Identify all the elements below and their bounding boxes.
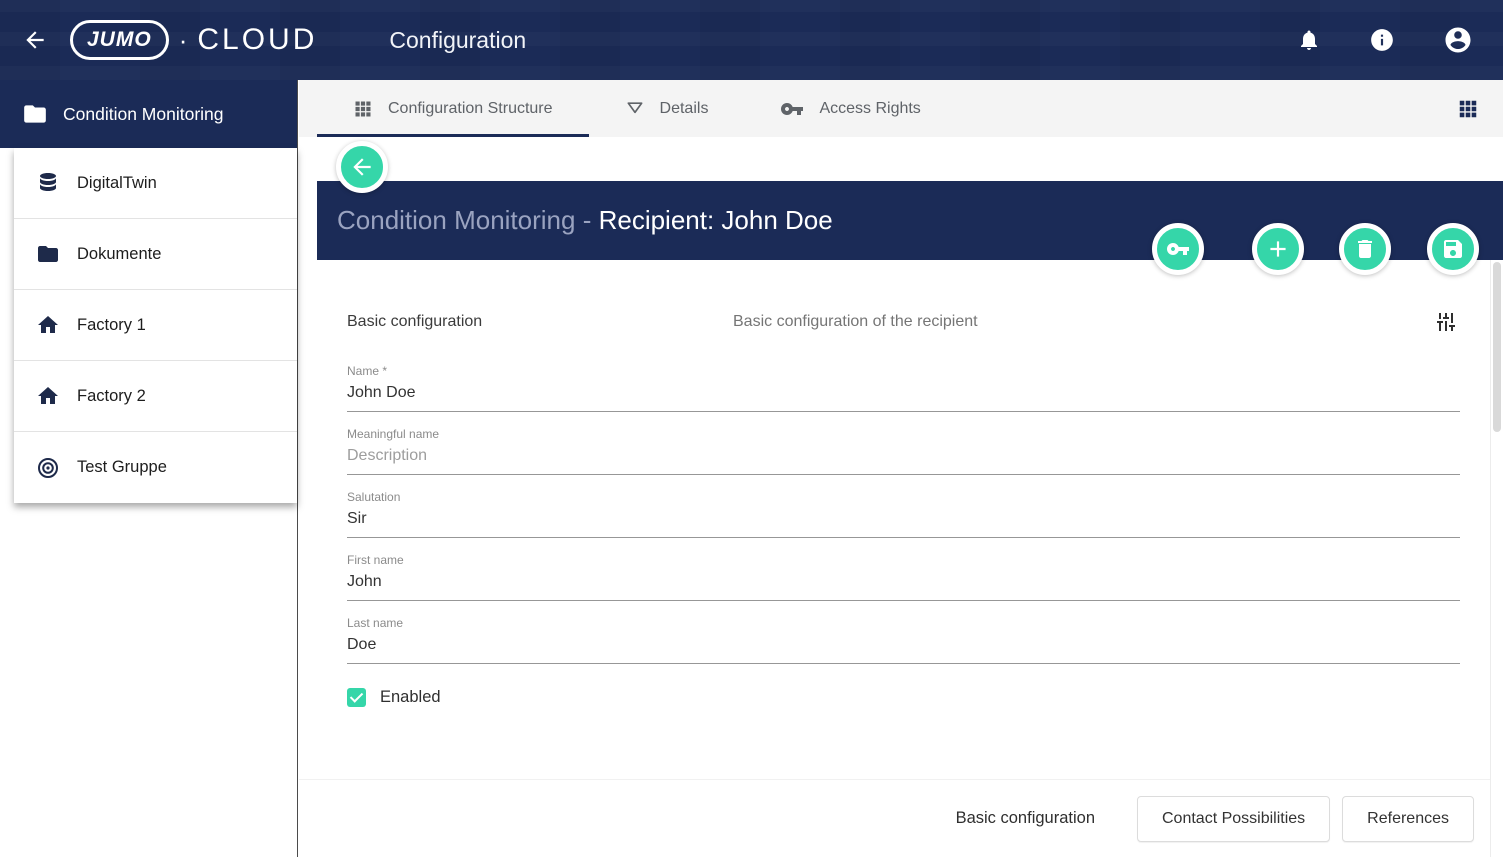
sliders-icon: [1434, 310, 1458, 334]
field-name: Name *: [347, 364, 1460, 412]
sidebar-item-label: Test Gruppe: [77, 458, 167, 477]
sidebar-item-test-gruppe[interactable]: Test Gruppe: [14, 432, 297, 503]
form-fields: Name * Meaningful name Salutation First …: [347, 364, 1460, 664]
jumo-logo: JUMO: [70, 20, 169, 60]
digital-twin-icon: [36, 171, 60, 195]
references-button[interactable]: References: [1342, 796, 1474, 842]
folder-icon: [36, 242, 60, 266]
sidebar-item-dokumente[interactable]: Dokumente: [14, 219, 297, 290]
field-meaningful-name: Meaningful name: [347, 427, 1460, 475]
sidebar-item-label: Condition Monitoring: [63, 104, 224, 125]
current-section-label: Basic configuration: [956, 809, 1095, 828]
sidebar-item-condition-monitoring[interactable]: Condition Monitoring: [0, 80, 297, 148]
tab-label: Details: [660, 100, 709, 118]
access-key-fab-button[interactable]: [1152, 223, 1204, 275]
scrollbar-thumb[interactable]: [1493, 262, 1501, 432]
topbar-actions: [1297, 25, 1503, 55]
section-title: Basic configuration: [347, 313, 733, 331]
name-input[interactable]: [347, 380, 1460, 412]
sidebar-item-factory-2[interactable]: Factory 2: [14, 361, 297, 432]
sidebar-item-factory-1[interactable]: Factory 1: [14, 290, 297, 361]
plus-icon: [1265, 236, 1291, 262]
section-header: Basic configuration Basic configuration …: [347, 310, 1460, 334]
key-icon: [780, 97, 804, 121]
basic-configuration-card: Basic configuration Basic configuration …: [317, 260, 1490, 779]
delete-fab-button[interactable]: [1339, 223, 1391, 275]
arrow-left-icon: [22, 27, 48, 53]
bottom-action-bar: Basic configuration Contact Possibilitie…: [299, 779, 1490, 857]
arrow-left-icon: [349, 154, 375, 180]
trash-icon: [1353, 237, 1377, 261]
key-icon: [1166, 237, 1190, 261]
meaningful-name-input[interactable]: [347, 443, 1460, 475]
tab-access-rights[interactable]: Access Rights: [744, 80, 956, 137]
add-fab-button[interactable]: [1252, 223, 1304, 275]
field-label: First name: [347, 553, 1460, 567]
sidebar-item-label: Factory 1: [77, 316, 146, 335]
salutation-input[interactable]: [347, 506, 1460, 538]
brand-logo: JUMO · CLOUD: [70, 20, 317, 60]
home-icon: [36, 384, 60, 408]
sidebar-item-label: Factory 2: [77, 387, 146, 406]
field-label: Name *: [347, 364, 1460, 378]
field-label: Salutation: [347, 490, 1460, 504]
section-subtitle: Basic configuration of the recipient: [733, 313, 1434, 331]
advanced-settings-button[interactable]: [1434, 310, 1458, 334]
save-fab-button[interactable]: [1427, 223, 1479, 275]
detail-content: Condition Monitoring - Recipient: John D…: [299, 137, 1503, 857]
sidebar-children: DigitalTwin Dokumente Factory 1 Factory …: [14, 148, 297, 503]
last-name-input[interactable]: [347, 632, 1460, 664]
filter-icon: [625, 99, 645, 119]
breadcrumb: Condition Monitoring -: [337, 205, 599, 236]
back-button[interactable]: [0, 27, 70, 53]
account-button[interactable]: [1443, 25, 1473, 55]
page-title: Configuration: [389, 27, 526, 54]
brand-separator: ·: [179, 25, 188, 56]
field-first-name: First name: [347, 553, 1460, 601]
enabled-checkbox[interactable]: [347, 688, 366, 707]
tab-label: Access Rights: [819, 100, 920, 118]
tab-details[interactable]: Details: [589, 80, 745, 137]
layout-grid-button[interactable]: [1457, 98, 1479, 120]
top-app-bar: JUMO · CLOUD Configuration: [0, 0, 1503, 80]
account-icon: [1443, 25, 1473, 55]
detail-header-band: Condition Monitoring - Recipient: John D…: [317, 181, 1503, 260]
field-label: Last name: [347, 616, 1460, 630]
cloud-wordmark: CLOUD: [197, 23, 317, 57]
home-icon: [36, 313, 60, 337]
folder-icon: [22, 101, 48, 127]
back-fab-button[interactable]: [336, 141, 388, 193]
sidebar-item-label: DigitalTwin: [77, 174, 157, 193]
field-label: Meaningful name: [347, 427, 1460, 441]
grid-icon: [353, 99, 373, 119]
field-last-name: Last name: [347, 616, 1460, 664]
enabled-checkbox-row[interactable]: Enabled: [347, 688, 1460, 707]
info-icon: [1369, 27, 1395, 53]
recipient-title: Recipient: John Doe: [599, 205, 833, 236]
sidebar-item-digitaltwin[interactable]: DigitalTwin: [14, 148, 297, 219]
notifications-button[interactable]: [1297, 28, 1321, 52]
tab-bar: Configuration Structure Details Access R…: [299, 80, 1503, 137]
tab-label: Configuration Structure: [388, 100, 553, 118]
field-salutation: Salutation: [347, 490, 1460, 538]
save-icon: [1441, 237, 1465, 261]
info-button[interactable]: [1369, 27, 1395, 53]
navigation-sidebar: Condition Monitoring DigitalTwin Dokumen…: [0, 80, 298, 857]
first-name-input[interactable]: [347, 569, 1460, 601]
checkbox-label: Enabled: [380, 688, 441, 707]
main-panel: Configuration Structure Details Access R…: [299, 80, 1503, 857]
tab-configuration-structure[interactable]: Configuration Structure: [317, 80, 589, 137]
target-icon: [36, 456, 60, 480]
scrollbar-track[interactable]: [1490, 260, 1503, 857]
bell-icon: [1297, 28, 1321, 52]
contact-possibilities-button[interactable]: Contact Possibilities: [1137, 796, 1330, 842]
grid-icon: [1457, 98, 1479, 120]
sidebar-item-label: Dokumente: [77, 245, 161, 264]
